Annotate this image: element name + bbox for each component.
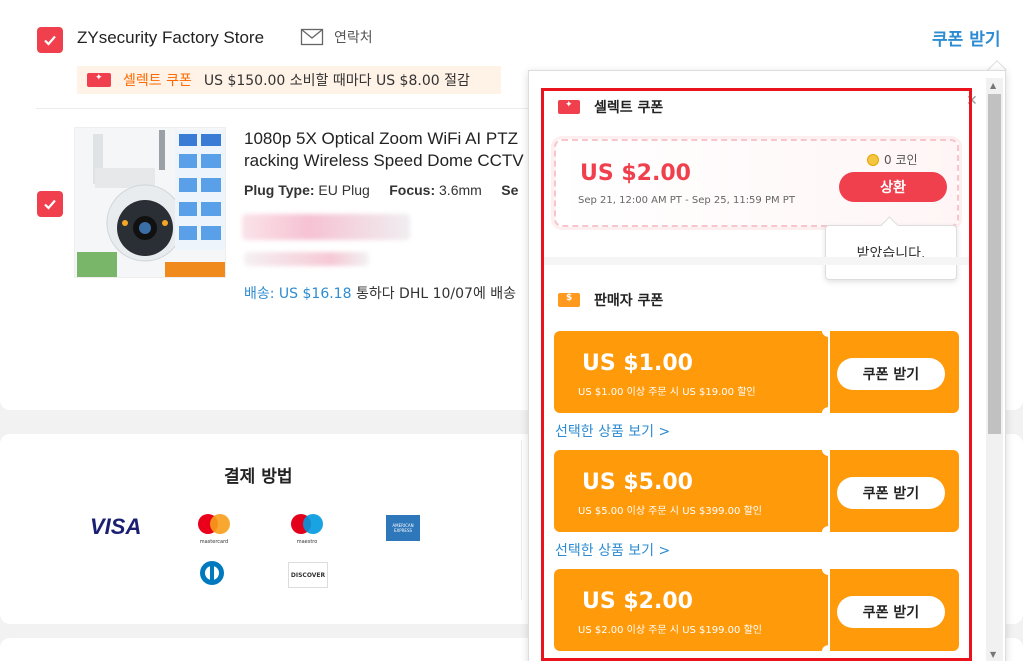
view-selected-products-link[interactable]: 선택한 상품 보기 > [555, 421, 670, 441]
seller-coupon-stub: 쿠폰 받기 [830, 569, 959, 651]
visa-logo: VISA [90, 514, 142, 539]
shipping-info: 배송: US $16.18 통하다 DHL 10/07에 배송 [244, 283, 529, 303]
scroll-up-icon[interactable]: ▲ [990, 81, 996, 90]
seller-coupon-desc: US $5.00 이상 주문 시 US $399.00 할인 [578, 506, 762, 517]
select-coupon-label: 셀렉트 쿠폰 [123, 73, 192, 89]
product-specs: Plug Type: EU Plug Focus: 3.6mm Se [244, 182, 529, 198]
mail-icon [300, 28, 324, 46]
product-checkbox[interactable] [37, 191, 63, 217]
amex-logo: AMERICAN EXPRESS [386, 515, 420, 541]
get-coupon-button[interactable]: 쿠폰 받기 [837, 358, 945, 390]
check-icon [44, 199, 56, 210]
seller-coupon-amount: US $1.00 [582, 351, 693, 376]
store-checkbox[interactable] [37, 27, 63, 53]
maestro-logo: maestro [287, 513, 327, 545]
redeem-button[interactable]: 상환 [839, 172, 947, 202]
select-coupon-period: Sep 21, 12:00 AM PT - Sep 25, 11:59 PM P… [578, 195, 795, 206]
seller-coupon-stub: 쿠폰 받기 [830, 331, 959, 413]
select-coupon-description: US $150.00 소비할 때마다 US $8.00 절감 [203, 73, 470, 89]
seller-coupon-amount: US $2.00 [582, 589, 693, 614]
product-image[interactable] [74, 127, 226, 278]
popup-scrollbar[interactable]: ▲ ▼ [986, 78, 1003, 661]
blurred-original-price [244, 252, 369, 266]
plug-type-label: Plug Type: [244, 182, 315, 198]
select-coupon-card: US $2.00 Sep 21, 12:00 AM PT - Sep 25, 1… [554, 139, 959, 227]
select-coupon-amount: US $2.00 [580, 161, 691, 186]
select-coupon-icon [558, 100, 580, 114]
seller-coupon-body: US $5.00 US $5.00 이상 주문 시 US $399.00 할인 [554, 450, 828, 532]
seller-coupon-card: US $1.00 US $1.00 이상 주문 시 US $19.00 할인 쿠… [554, 325, 959, 419]
seller-coupon-section-title: 판매자 쿠폰 [594, 293, 664, 309]
spec-extra-label: Se [501, 182, 519, 198]
seller-coupon-card: US $2.00 US $2.00 이상 주문 시 US $199.00 할인 … [554, 563, 959, 657]
get-coupon-link[interactable]: 쿠폰 받기 [932, 25, 1000, 50]
focus-value: 3.6mm [439, 182, 482, 198]
mastercard-logo: mastercard [194, 513, 234, 545]
view-selected-products-link[interactable]: 선택한 상품 보기 > [555, 540, 670, 560]
store-name[interactable]: ZYsecurity Factory Store [77, 28, 264, 48]
vertical-divider [521, 440, 522, 600]
seller-coupon-body: US $1.00 US $1.00 이상 주문 시 US $19.00 할인 [554, 331, 828, 413]
seller-coupon-body: US $2.00 US $2.00 이상 주문 시 US $199.00 할인 [554, 569, 828, 651]
focus-label: Focus: [389, 182, 436, 198]
section-separator [544, 257, 969, 265]
product-title-line1: 1080p 5X Optical Zoom WiFi AI PTZ [244, 129, 518, 148]
shipping-detail: 통하다 DHL 10/07에 배송 [355, 286, 517, 302]
seller-coupon-card: US $5.00 US $5.00 이상 주문 시 US $399.00 할인 … [554, 444, 959, 538]
check-icon [44, 35, 56, 46]
received-tooltip: 받았습니다. [825, 225, 957, 280]
seller-coupon-stub: 쿠폰 받기 [830, 450, 959, 532]
seller-coupon-header: 판매자 쿠폰 [558, 290, 663, 310]
ticket-icon [87, 73, 111, 87]
divider [36, 108, 528, 109]
scroll-down-icon[interactable]: ▼ [990, 650, 996, 659]
seller-coupon-desc: US $1.00 이상 주문 시 US $19.00 할인 [578, 387, 756, 398]
plug-type-value: EU Plug [318, 182, 370, 198]
coin-count: 0 코인 [884, 153, 918, 167]
product-title[interactable]: 1080p 5X Optical Zoom WiFi AI PTZ rackin… [244, 128, 529, 172]
contact-link[interactable]: 연락처 [300, 27, 373, 47]
seller-coupon-amount: US $5.00 [582, 470, 693, 495]
select-coupon-header: 셀렉트 쿠폰 [558, 97, 663, 117]
scroll-thumb[interactable] [988, 94, 1001, 434]
discover-logo: DISCOVER [288, 562, 328, 588]
camera-icon [75, 128, 225, 277]
select-coupon-bar: 셀렉트 쿠폰 US $150.00 소비할 때마다 US $8.00 절감 [77, 66, 501, 94]
shipping-label[interactable]: 배송: US $16.18 [244, 286, 352, 302]
diners-logo [197, 560, 227, 586]
get-coupon-button[interactable]: 쿠폰 받기 [837, 477, 945, 509]
seller-coupon-desc: US $2.00 이상 주문 시 US $199.00 할인 [578, 625, 762, 636]
payment-title: 결제 방법 [224, 467, 293, 487]
product-title-line2: racking Wireless Speed Dome CCTV [244, 151, 524, 170]
blurred-price [242, 214, 410, 240]
select-coupon-section-title: 셀렉트 쿠폰 [594, 100, 664, 116]
contact-label: 연락처 [334, 30, 373, 46]
coin-icon [867, 153, 879, 166]
coin-balance: 0 코인 [867, 151, 918, 168]
get-coupon-button[interactable]: 쿠폰 받기 [837, 596, 945, 628]
seller-coupon-icon [558, 293, 580, 307]
